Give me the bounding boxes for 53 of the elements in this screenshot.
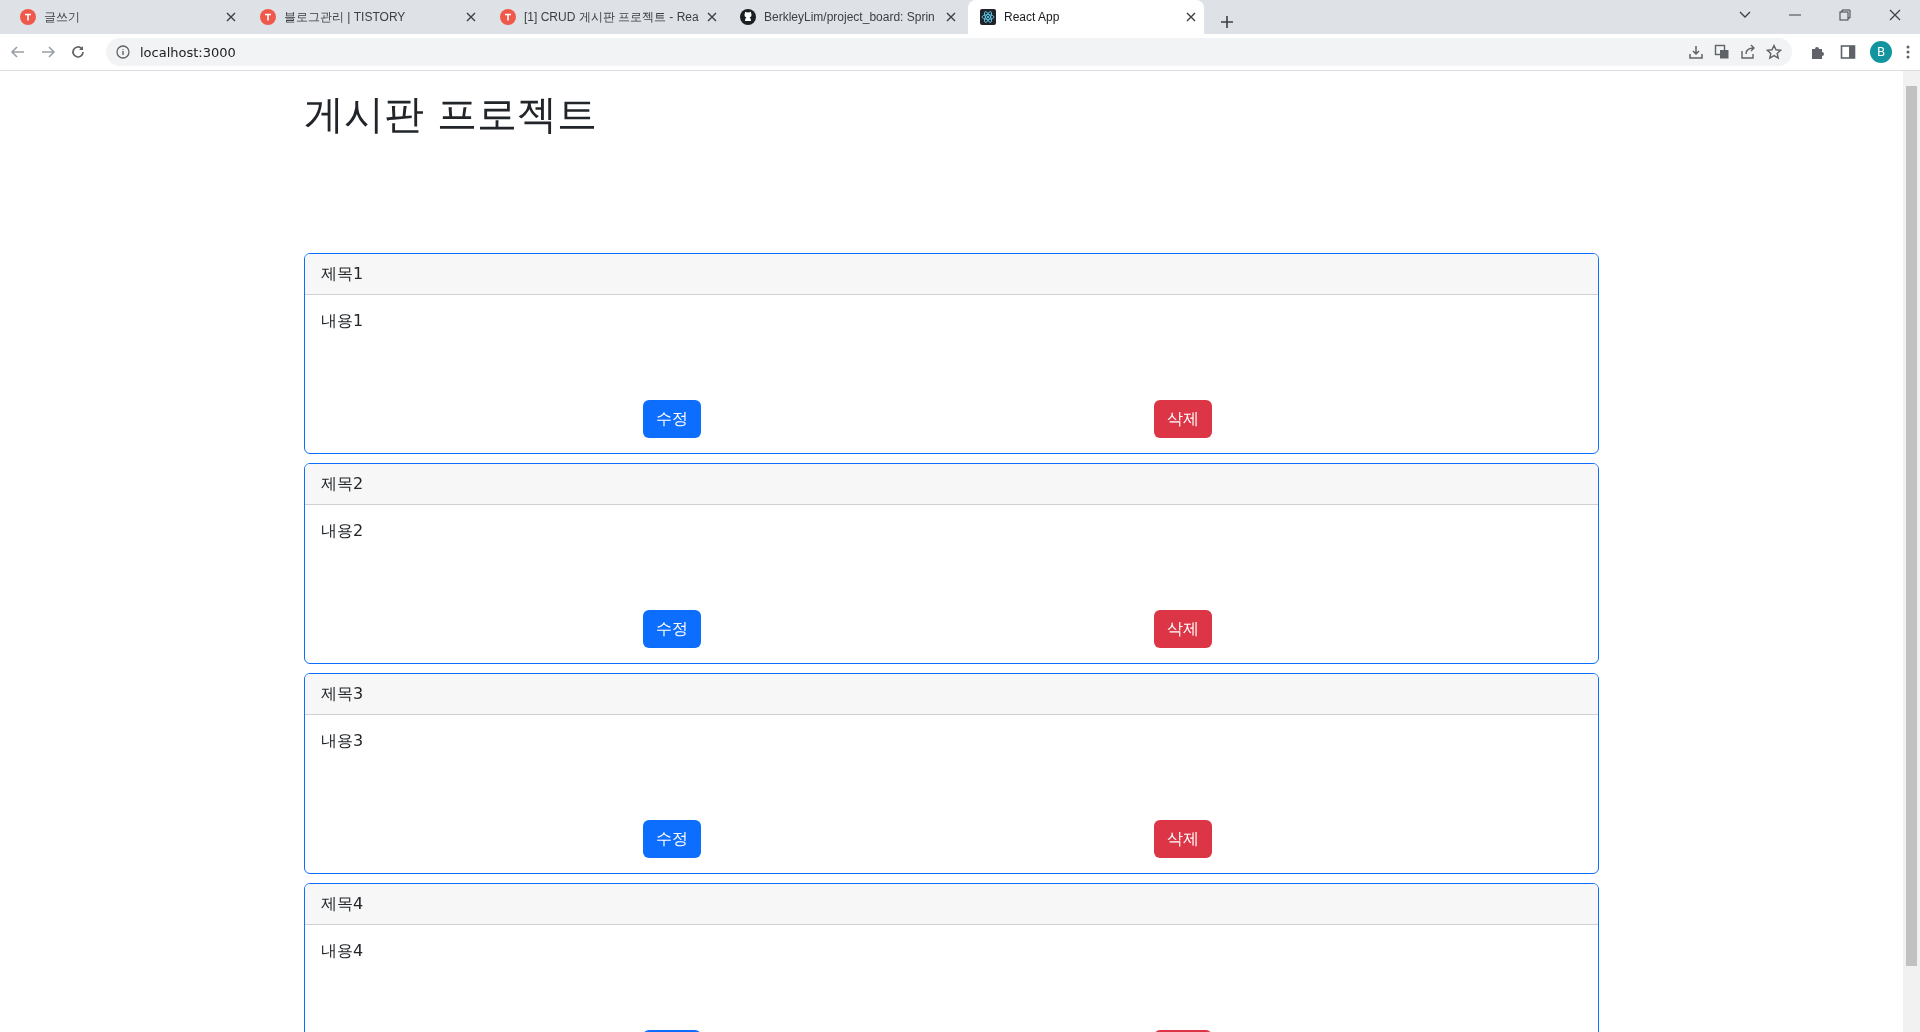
letter-t-circle-icon: [500, 9, 516, 25]
puzzle-piece-icon[interactable]: [1810, 44, 1826, 60]
edit-button[interactable]: 수정: [643, 610, 701, 648]
edit-button[interactable]: 수정: [643, 400, 701, 438]
atom-icon: [980, 9, 996, 25]
close-icon[interactable]: [706, 12, 717, 22]
delete-button[interactable]: 삭제: [1154, 820, 1212, 858]
edit-button[interactable]: 수정: [643, 820, 701, 858]
post-content: 내용3: [321, 731, 365, 752]
more-options-icon[interactable]: [1906, 45, 1910, 59]
address-bar[interactable]: localhost:3000: [106, 38, 1792, 66]
download-icon[interactable]: [1688, 44, 1704, 60]
post-content: 내용4: [321, 941, 365, 962]
post-content: 내용1: [321, 311, 365, 332]
browser-tab[interactable]: 블로그관리 | TISTORY: [248, 0, 484, 34]
info-icon[interactable]: [116, 45, 130, 59]
scrollbar[interactable]: [1903, 71, 1920, 1032]
close-icon[interactable]: [946, 12, 956, 22]
tab-title: [1] CRUD 게시판 프로젝트 - Rea: [524, 8, 699, 26]
chevron-down-icon[interactable]: [1739, 11, 1751, 19]
post-title: 제목4: [321, 893, 364, 915]
delete-button[interactable]: 삭제: [1154, 400, 1212, 438]
side-panel-icon[interactable]: [1840, 44, 1856, 60]
close-icon[interactable]: [226, 12, 236, 22]
share-icon[interactable]: [1740, 44, 1756, 60]
tab-title: 블로그관리 | TISTORY: [284, 8, 407, 26]
close-icon[interactable]: [466, 12, 476, 22]
browser-tab[interactable]: BerkleyLim/project_board: Sprin: [728, 0, 964, 34]
new-tab-icon[interactable]: [1220, 15, 1234, 29]
profile-avatar[interactable]: B: [1870, 41, 1892, 63]
post-title: 제목3: [321, 683, 364, 705]
cat-silhouette-icon: [740, 9, 756, 25]
post-content: 내용2: [321, 521, 365, 542]
close-icon[interactable]: [1186, 12, 1196, 22]
tab-title: 글쓰기: [44, 8, 81, 26]
reload-icon[interactable]: [70, 44, 86, 60]
star-icon[interactable]: [1766, 44, 1782, 60]
post-title: 제목2: [321, 473, 364, 495]
tab-title: BerkleyLim/project_board: Sprin: [764, 10, 936, 24]
post-title: 제목1: [321, 263, 364, 285]
delete-button[interactable]: 삭제: [1154, 610, 1212, 648]
forward-arrow-icon[interactable]: [40, 44, 56, 60]
page-title: 게시판 프로젝트: [304, 90, 598, 139]
close-window-icon[interactable]: [1889, 9, 1901, 21]
back-arrow-icon[interactable]: [10, 44, 26, 60]
letter-t-circle-icon: [260, 9, 276, 25]
tab-title: React App: [1004, 10, 1061, 24]
restore-icon[interactable]: [1839, 9, 1851, 21]
browser-tab[interactable]: [1] CRUD 게시판 프로젝트 - Rea: [488, 0, 724, 34]
letter-t-circle-icon: [20, 9, 36, 25]
url-text: localhost:3000: [140, 44, 236, 60]
browser-tab[interactable]: 글쓰기: [8, 0, 244, 34]
browser-tab[interactable]: React App: [968, 0, 1204, 34]
